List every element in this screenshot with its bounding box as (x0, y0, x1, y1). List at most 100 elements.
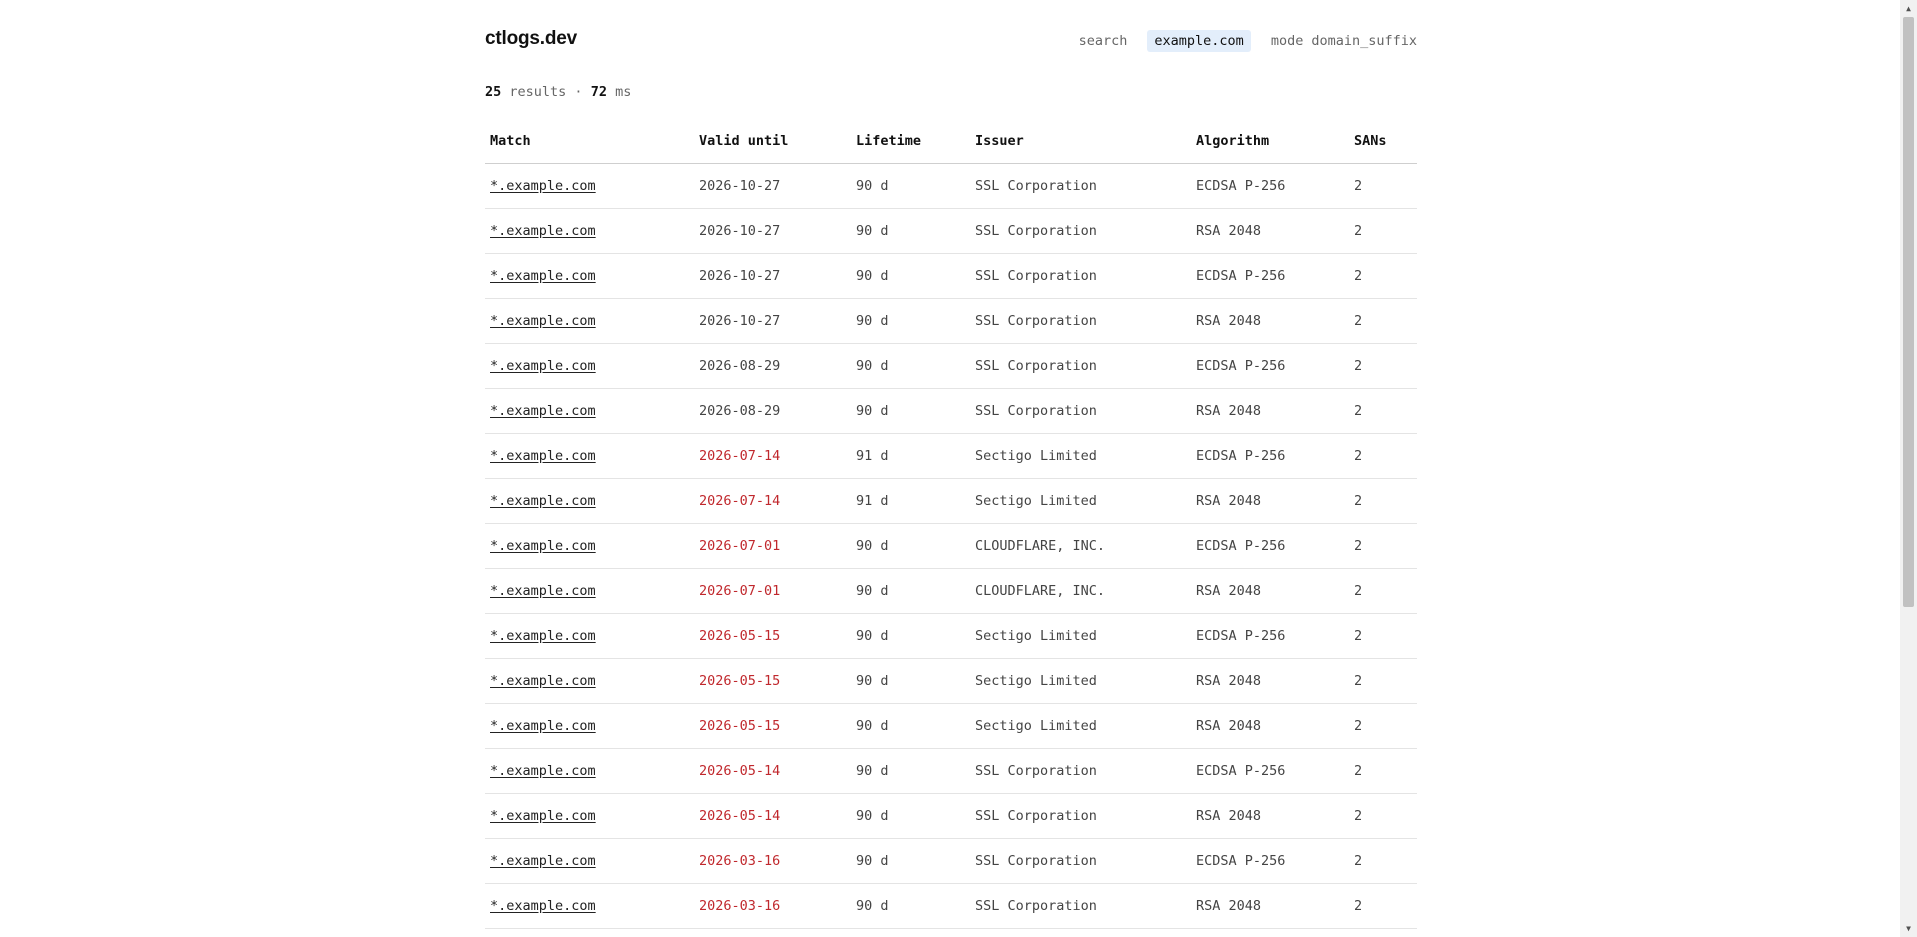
match-link[interactable]: *.example.com (490, 538, 596, 554)
match-link[interactable]: *.example.com (490, 448, 596, 464)
valid-until-cell: 2026-05-14 (694, 793, 851, 839)
valid-until-cell: 2026-10-27 (694, 208, 851, 254)
column-header-algorithm: Algorithm (1191, 119, 1349, 164)
match-link[interactable]: *.example.com (490, 898, 596, 914)
valid-until-cell: 2026-03-16 (694, 838, 851, 884)
search-query-chip[interactable]: example.com (1147, 30, 1251, 52)
issuer-cell: Sectigo Limited (970, 478, 1191, 524)
match-link[interactable]: *.example.com (490, 673, 596, 689)
issuer-cell: SSL Corporation (970, 298, 1191, 344)
algorithm-cell: ECDSA P-256 (1191, 343, 1349, 389)
match-cell: *.example.com (485, 613, 694, 659)
valid-until-cell: 2026-07-01 (694, 568, 851, 614)
table-row[interactable]: *.example.com 2026-10-27 90 d SSL Corporati… (485, 163, 1417, 209)
table-row[interactable]: *.example.com 2026-05-15 90 d Sectigo Limit… (485, 703, 1417, 749)
match-cell: *.example.com (485, 208, 694, 254)
issuer-cell: Sectigo Limited (970, 433, 1191, 479)
results-table-body: *.example.com 2026-10-27 90 d SSL Corporati… (485, 163, 1417, 929)
page-container: ctlogs.dev search example.com mode domai… (485, 0, 1417, 929)
match-link[interactable]: *.example.com (490, 853, 596, 869)
issuer-cell: Sectigo Limited (970, 613, 1191, 659)
valid-until-cell: 2026-05-14 (694, 748, 851, 794)
query-time: 72 (590, 84, 607, 100)
algorithm-cell: RSA 2048 (1191, 793, 1349, 839)
match-link[interactable]: *.example.com (490, 493, 596, 509)
lifetime-cell: 90 d (851, 298, 970, 344)
match-cell: *.example.com (485, 298, 694, 344)
sans-cell: 2 (1349, 748, 1417, 794)
match-link[interactable]: *.example.com (490, 808, 596, 824)
match-link[interactable]: *.example.com (490, 583, 596, 599)
valid-until-cell: 2026-10-27 (694, 163, 851, 209)
sans-cell: 2 (1349, 658, 1417, 704)
table-row[interactable]: *.example.com 2026-08-29 90 d SSL Corporati… (485, 388, 1417, 434)
lifetime-cell: 90 d (851, 883, 970, 929)
match-link[interactable]: *.example.com (490, 223, 596, 239)
sans-cell: 2 (1349, 433, 1417, 479)
table-row[interactable]: *.example.com 2026-05-14 90 d SSL Corporati… (485, 748, 1417, 794)
match-cell: *.example.com (485, 748, 694, 794)
match-cell: *.example.com (485, 703, 694, 749)
issuer-cell: SSL Corporation (970, 253, 1191, 299)
lifetime-cell: 90 d (851, 793, 970, 839)
match-link[interactable]: *.example.com (490, 718, 596, 734)
issuer-cell: Sectigo Limited (970, 658, 1191, 704)
valid-until-cell: 2026-08-29 (694, 343, 851, 389)
issuer-cell: SSL Corporation (970, 793, 1191, 839)
table-row[interactable]: *.example.com 2026-10-27 90 d SSL Corporati… (485, 208, 1417, 254)
search-label: search (1078, 33, 1128, 49)
valid-until-cell: 2026-10-27 (694, 298, 851, 344)
algorithm-cell: RSA 2048 (1191, 568, 1349, 614)
column-header-lifetime: Lifetime (851, 119, 970, 164)
issuer-cell: CLOUDFLARE, INC. (970, 568, 1191, 614)
site-brand[interactable]: ctlogs.dev (485, 28, 577, 50)
valid-until-cell: 2026-05-15 (694, 613, 851, 659)
valid-until-cell: 2026-07-14 (694, 433, 851, 479)
algorithm-cell: ECDSA P-256 (1191, 523, 1349, 569)
mode-value: domain_suffix (1311, 33, 1417, 49)
table-row[interactable]: *.example.com 2026-07-01 90 d CLOUDFLARE, I… (485, 523, 1417, 569)
table-row[interactable]: *.example.com 2026-08-29 90 d SSL Corporati… (485, 343, 1417, 389)
lifetime-cell: 90 d (851, 253, 970, 299)
results-summary: 25 results · 72 ms (485, 84, 631, 100)
lifetime-cell: 90 d (851, 568, 970, 614)
scroll-down-icon[interactable]: ▼ (1900, 920, 1917, 937)
match-cell: *.example.com (485, 253, 694, 299)
match-cell: *.example.com (485, 523, 694, 569)
table-row[interactable]: *.example.com 2026-07-14 91 d Sectigo Limit… (485, 433, 1417, 479)
match-link[interactable]: *.example.com (490, 628, 596, 644)
match-link[interactable]: *.example.com (490, 358, 596, 374)
match-link[interactable]: *.example.com (490, 268, 596, 284)
table-row[interactable]: *.example.com 2026-07-01 90 d CLOUDFLARE, I… (485, 568, 1417, 614)
sans-cell: 2 (1349, 343, 1417, 389)
table-row[interactable]: *.example.com 2026-03-16 90 d SSL Corporati… (485, 838, 1417, 884)
lifetime-cell: 90 d (851, 748, 970, 794)
query-time-unit: ms (615, 84, 632, 100)
table-row[interactable]: *.example.com 2026-05-14 90 d SSL Corporati… (485, 793, 1417, 839)
algorithm-cell: ECDSA P-256 (1191, 433, 1349, 479)
match-link[interactable]: *.example.com (490, 313, 596, 329)
table-row[interactable]: *.example.com 2026-05-15 90 d Sectigo Limit… (485, 658, 1417, 704)
table-row[interactable]: *.example.com 2026-05-15 90 d Sectigo Limit… (485, 613, 1417, 659)
match-link[interactable]: *.example.com (490, 178, 596, 194)
scroll-up-icon[interactable]: ▲ (1900, 0, 1917, 17)
valid-until-cell: 2026-07-14 (694, 478, 851, 524)
vertical-scrollbar[interactable]: ▲ ▼ (1900, 0, 1917, 937)
match-cell: *.example.com (485, 793, 694, 839)
match-link[interactable]: *.example.com (490, 763, 596, 779)
issuer-cell: SSL Corporation (970, 388, 1191, 434)
table-row[interactable]: *.example.com 2026-07-14 91 d Sectigo Limit… (485, 478, 1417, 524)
table-row[interactable]: *.example.com 2026-10-27 90 d SSL Corporati… (485, 298, 1417, 344)
lifetime-cell: 91 d (851, 478, 970, 524)
table-row[interactable]: *.example.com 2026-03-16 90 d SSL Corporati… (485, 883, 1417, 929)
valid-until-cell: 2026-10-27 (694, 253, 851, 299)
issuer-cell: Sectigo Limited (970, 703, 1191, 749)
valid-until-cell: 2026-05-15 (694, 703, 851, 749)
sans-cell: 2 (1349, 793, 1417, 839)
table-row[interactable]: *.example.com 2026-10-27 90 d SSL Corporati… (485, 253, 1417, 299)
match-cell: *.example.com (485, 343, 694, 389)
match-link[interactable]: *.example.com (490, 403, 596, 419)
results-count: 25 (485, 84, 502, 100)
scrollbar-thumb[interactable] (1903, 17, 1914, 607)
sans-cell: 2 (1349, 883, 1417, 929)
